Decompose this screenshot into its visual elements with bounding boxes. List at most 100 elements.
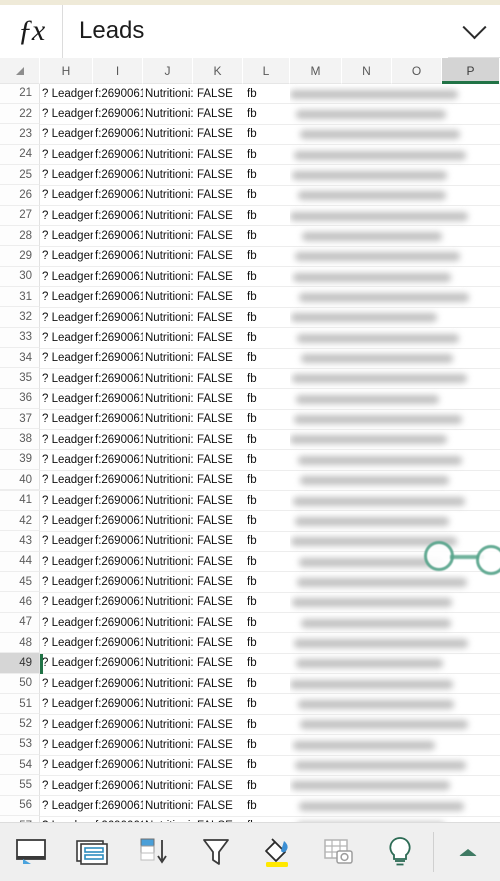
cell-m-50[interactable] [290,674,342,694]
table-row[interactable]: 37? Leadgen-Cf:2690061Nutritioni:FALSEfb [0,409,500,430]
cell-p-37[interactable] [442,409,500,429]
cell-m-24[interactable] [290,145,342,165]
cell-l-40[interactable]: fb [243,470,290,490]
cell-k-36[interactable]: FALSE [193,389,243,409]
cell-n-26[interactable] [342,185,392,205]
cell-m-39[interactable] [290,450,342,470]
cell-k-27[interactable]: FALSE [193,206,243,226]
cell-m-32[interactable] [290,307,342,327]
cell-j-52[interactable]: Nutritioni: [143,714,193,734]
highlight-fill-icon[interactable] [246,823,308,881]
cell-h-44[interactable]: ? Leadgen-C [40,552,93,572]
cell-n-43[interactable] [342,531,392,551]
cell-o-47[interactable] [392,613,442,633]
cell-j-21[interactable]: Nutritioni: [143,84,193,104]
table-row[interactable]: 40? Leadgen-Cf:2690061Nutritioni:FALSEfb [0,470,500,491]
cell-m-37[interactable] [290,409,342,429]
cell-j-25[interactable]: Nutritioni: [143,165,193,185]
row-header-40[interactable]: 40 [0,470,40,491]
cell-h-33[interactable]: ? Leadgen-C [40,328,93,348]
cell-k-40[interactable]: FALSE [193,470,243,490]
column-header-p[interactable]: P [442,58,500,84]
cell-l-25[interactable]: fb [243,165,290,185]
cell-o-26[interactable] [392,185,442,205]
cell-n-40[interactable] [342,470,392,490]
cell-i-27[interactable]: f:2690061 [93,206,143,226]
row-header-42[interactable]: 42 [0,510,40,532]
cell-l-32[interactable]: fb [243,307,290,327]
column-header-o[interactable]: O [392,58,442,84]
cell-j-44[interactable]: Nutritioni: [143,552,193,572]
table-row[interactable]: 54? Leadgen-Cf:2690061Nutritioni:FALSEfb [0,755,500,776]
cell-m-56[interactable] [290,796,342,816]
cell-l-42[interactable]: fb [243,511,290,531]
cell-o-39[interactable] [392,450,442,470]
cell-j-53[interactable]: Nutritioni: [143,735,193,755]
cell-o-28[interactable] [392,226,442,246]
cell-i-40[interactable]: f:2690061 [93,470,143,490]
cell-o-53[interactable] [392,735,442,755]
cell-o-50[interactable] [392,674,442,694]
cell-k-45[interactable]: FALSE [193,572,243,592]
cell-n-24[interactable] [342,145,392,165]
row-header-48[interactable]: 48 [0,632,40,654]
cell-n-41[interactable] [342,491,392,511]
cell-p-46[interactable] [442,592,500,612]
cell-h-54[interactable]: ? Leadgen-C [40,755,93,775]
cell-l-29[interactable]: fb [243,246,290,266]
column-header-j[interactable]: J [143,58,193,84]
cell-p-49[interactable] [442,653,500,673]
cell-l-45[interactable]: fb [243,572,290,592]
table-row[interactable]: 33? Leadgen-Cf:2690061Nutritioni:FALSEfb [0,327,500,349]
cell-i-46[interactable]: f:2690061 [93,592,143,612]
cell-p-36[interactable] [442,389,500,409]
cell-k-43[interactable]: FALSE [193,531,243,551]
cell-p-24[interactable] [442,145,500,165]
cell-i-54[interactable]: f:2690061 [93,755,143,775]
cell-j-33[interactable]: Nutritioni: [143,328,193,348]
cell-m-26[interactable] [290,185,342,205]
cell-j-31[interactable]: Nutritioni: [143,287,193,307]
cell-o-35[interactable] [392,368,442,388]
cell-h-28[interactable]: ? Leadgen-C [40,226,93,246]
cell-k-34[interactable]: FALSE [193,348,243,368]
cell-m-47[interactable] [290,613,342,633]
cell-h-23[interactable]: ? Leadgen-C [40,124,93,144]
cell-p-25[interactable] [442,165,500,185]
cell-p-38[interactable] [442,429,500,449]
row-header-50[interactable]: 50 [0,673,40,694]
cell-p-35[interactable] [442,368,500,388]
cell-j-54[interactable]: Nutritioni: [143,755,193,775]
cell-l-23[interactable]: fb [243,124,290,144]
cell-l-55[interactable]: fb [243,775,290,795]
card-view-icon[interactable] [62,823,124,881]
cell-n-50[interactable] [342,674,392,694]
table-row[interactable]: 41? Leadgen-Cf:2690061Nutritioni:FALSEfb [0,490,500,512]
cell-n-22[interactable] [342,104,392,124]
cell-n-55[interactable] [342,775,392,795]
lightbulb-idea-icon[interactable] [369,823,431,881]
cell-j-29[interactable]: Nutritioni: [143,246,193,266]
cell-k-32[interactable]: FALSE [193,307,243,327]
cell-p-54[interactable] [442,755,500,775]
cell-k-28[interactable]: FALSE [193,226,243,246]
cell-j-43[interactable]: Nutritioni: [143,531,193,551]
cell-i-24[interactable]: f:2690061 [93,145,143,165]
cell-k-44[interactable]: FALSE [193,552,243,572]
table-row[interactable]: 56? Leadgen-Cf:2690061Nutritioni:FALSEfb [0,795,500,817]
select-all-triangle-icon[interactable] [0,58,40,84]
cell-n-31[interactable] [342,287,392,307]
cell-l-24[interactable]: fb [243,145,290,165]
cell-n-49[interactable] [342,653,392,673]
cell-k-37[interactable]: FALSE [193,409,243,429]
cell-o-42[interactable] [392,511,442,531]
table-row[interactable]: 52? Leadgen-Cf:2690061Nutritioni:FALSEfb [0,714,500,736]
table-row[interactable]: 29? Leadgen-Cf:2690061Nutritioni:FALSEfb [0,246,500,268]
cell-j-51[interactable]: Nutritioni: [143,694,193,714]
cell-m-42[interactable] [290,511,342,531]
cell-l-26[interactable]: fb [243,185,290,205]
cell-p-23[interactable] [442,124,500,144]
cell-h-56[interactable]: ? Leadgen-C [40,796,93,816]
cell-i-38[interactable]: f:2690061 [93,429,143,449]
collapse-up-icon[interactable] [436,823,500,881]
